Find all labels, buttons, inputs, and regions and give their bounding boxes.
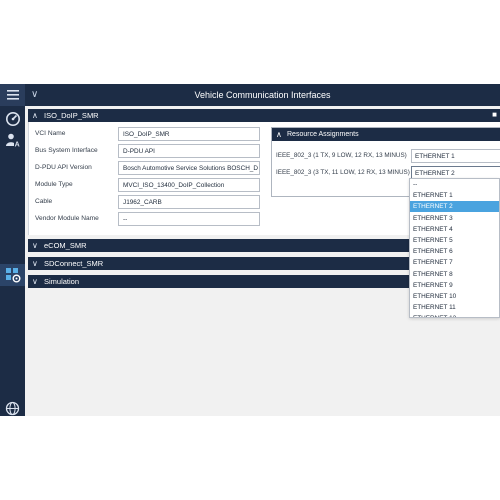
section-label: Simulation [44, 277, 80, 286]
resource-label: IEEE_802_3 (3 TX, 11 LOW, 12 RX, 13 MINU… [276, 169, 410, 176]
dropdown-option[interactable]: ETHERNET 10 [410, 291, 499, 302]
title-bar: ∨ Vehicle Communication Interfaces [25, 84, 500, 106]
hamburger-menu-icon [6, 90, 19, 100]
chevron-up-icon: ∧ [276, 130, 282, 139]
dropdown-option[interactable]: ETHERNET 11 [410, 302, 499, 313]
dropdown-option[interactable]: ETHERNET 3 [410, 213, 499, 224]
pin-icon[interactable]: ■ [492, 110, 497, 119]
property-label: Bus System Interface [35, 147, 98, 154]
dropdown-option[interactable]: ETHERNET 4 [410, 224, 499, 235]
bus-system-interface-field[interactable]: D-PDU API [118, 144, 260, 158]
vendor-module-name-field[interactable]: -- [118, 212, 260, 226]
chevron-down-icon: ∨ [32, 277, 38, 286]
chevron-down-icon: ∨ [32, 241, 38, 250]
dropdown-option[interactable]: ETHERNET 6 [410, 246, 499, 257]
dropdown-option[interactable]: ETHERNET 9 [410, 280, 499, 291]
property-label: Vendor Module Name [35, 215, 99, 222]
diagnosis-nav-button[interactable] [0, 108, 25, 130]
dropdown-option[interactable]: ETHERNET 5 [410, 235, 499, 246]
property-label: Cable [35, 198, 53, 205]
globe-icon [5, 401, 20, 415]
resource-select-1[interactable]: ETHERNET 1 [411, 149, 500, 163]
dropdown-option[interactable]: -- [410, 179, 499, 190]
resource-row: IEEE_802_3 (1 TX, 9 LOW, 12 RX, 13 MINUS… [276, 149, 500, 163]
vci-settings-nav-button[interactable] [0, 264, 25, 286]
section-header-iso-doip[interactable]: ∧ ISO_DoIP_SMR ■ [28, 109, 500, 122]
property-label: Module Type [35, 181, 73, 188]
dropdown-option[interactable]: ETHERNET 12 [410, 313, 499, 317]
dpdu-api-version-field[interactable]: Bosch Automotive Service Solutions BOSCH… [118, 161, 260, 175]
window-title: Vehicle Communication Interfaces [194, 90, 331, 100]
property-label: VCI Name [35, 130, 66, 137]
language-nav-button[interactable] [0, 400, 25, 416]
ethernet-dropdown-list: -- ETHERNET 1 ETHERNET 2 ETHERNET 3 ETHERNET… [409, 178, 500, 318]
property-label: D-PDU API Version [35, 164, 92, 171]
resource-assignments-header[interactable]: ∧ Resource Assignments [272, 128, 500, 141]
dropdown-option[interactable]: ETHERNET 7 [410, 257, 499, 268]
section-label: SDConnect_SMR [44, 259, 104, 268]
resource-label: IEEE_802_3 (1 TX, 9 LOW, 12 RX, 13 MINUS… [276, 152, 407, 159]
section-label: ISO_DoIP_SMR [44, 111, 99, 120]
dropdown-option[interactable]: ETHERNET 1 [410, 190, 499, 201]
gauge-icon [5, 112, 20, 126]
section-label: eCOM_SMR [44, 241, 87, 250]
menu-button[interactable] [0, 84, 25, 106]
resource-assignments-title: Resource Assignments [287, 131, 359, 138]
person-lettered-icon: A [5, 133, 20, 149]
cable-field[interactable]: J1962_CARB [118, 195, 260, 209]
chevron-down-icon: ∨ [32, 259, 38, 268]
apps-gear-icon [5, 268, 20, 283]
dropdown-option[interactable]: ETHERNET 2 [410, 201, 499, 213]
vci-name-field[interactable]: ISO_DoIP_SMR [118, 127, 260, 141]
dropdown-option[interactable]: ETHERNET 8 [410, 269, 499, 280]
user-nav-button[interactable]: A [0, 129, 25, 151]
navigation-rail: A [0, 84, 25, 416]
svg-text:A: A [14, 142, 19, 149]
module-type-field[interactable]: MVCI_ISO_13400_DoIP_Collection [118, 178, 260, 192]
chevron-up-icon: ∧ [32, 111, 38, 120]
